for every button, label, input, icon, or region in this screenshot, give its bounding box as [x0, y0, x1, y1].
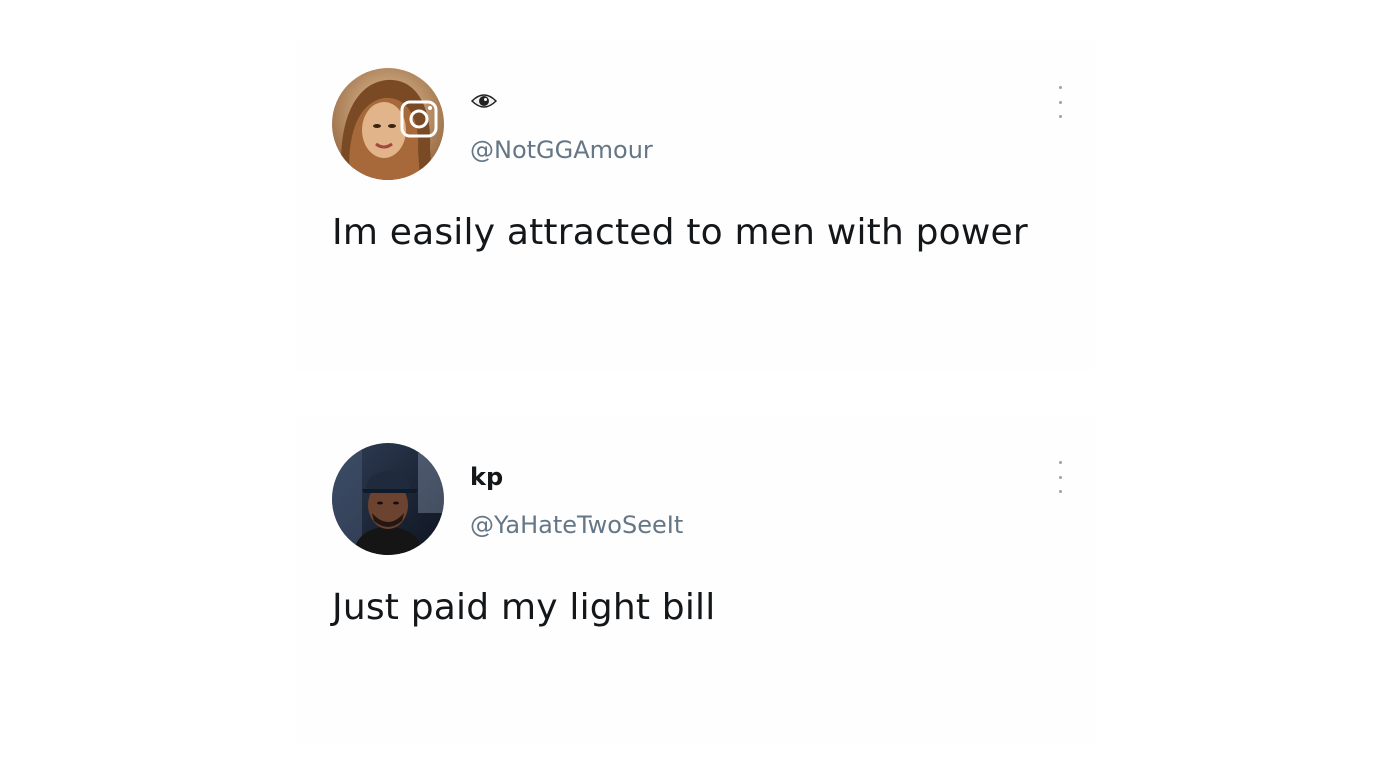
handle[interactable]: @YaHateTwoSeeIt: [470, 511, 683, 539]
handle[interactable]: @NotGGAmour: [470, 136, 653, 164]
man-portrait-avatar-image: [332, 443, 444, 555]
more-options-icon[interactable]: [1053, 461, 1067, 493]
avatar[interactable]: [332, 443, 444, 555]
more-options-icon[interactable]: [1053, 86, 1067, 118]
page: @NotGGAmour Im easily attracted to men w…: [0, 0, 1388, 762]
tweet-card[interactable]: kp @YaHateTwoSeeIt Just paid my light bi…: [295, 415, 1095, 745]
eye-icon: [470, 94, 498, 108]
tweet-text: Im easily attracted to men with power: [332, 212, 1028, 253]
avatar[interactable]: [332, 68, 444, 180]
display-name[interactable]: kp: [470, 463, 503, 491]
tweet-text: Just paid my light bill: [332, 587, 716, 628]
woman-portrait-avatar-image: [332, 68, 444, 180]
tweet-card[interactable]: @NotGGAmour Im easily attracted to men w…: [295, 40, 1095, 370]
display-name[interactable]: [470, 86, 498, 114]
